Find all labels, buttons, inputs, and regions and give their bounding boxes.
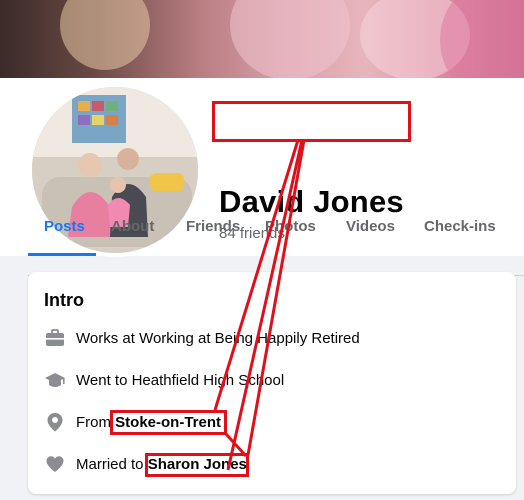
tab-posts[interactable]: Posts — [44, 218, 85, 235]
profile-name: David Jones — [219, 184, 404, 219]
tab-photos[interactable]: Photos — [265, 218, 316, 235]
active-tab-indicator — [28, 253, 96, 256]
heart-icon — [44, 453, 66, 475]
intro-married-prefix: Married to — [76, 455, 148, 473]
tab-check-ins[interactable]: Check-ins — [424, 218, 496, 235]
briefcase-icon — [44, 327, 66, 349]
intro-education-text: Went to Heathfield High School — [76, 371, 285, 389]
intro-title: Intro — [44, 290, 84, 310]
married-highlight-box — [145, 453, 249, 477]
intro-education-row: Went to Heathfield High School — [44, 368, 284, 392]
cover-photo — [0, 0, 524, 78]
intro-card: Intro Works at Working at Being Happily … — [28, 272, 516, 494]
location-pin-icon — [44, 411, 66, 433]
from-highlight-box — [110, 410, 227, 435]
tab-about[interactable]: About — [111, 218, 154, 235]
tab-friends[interactable]: Friends — [186, 218, 240, 235]
intro-work-text: Works at Working at Being Happily Retire… — [76, 329, 360, 347]
graduation-cap-icon — [44, 369, 66, 391]
name-highlight-box — [212, 101, 411, 142]
intro-work-row: Works at Working at Being Happily Retire… — [44, 326, 360, 350]
tab-videos[interactable]: Videos — [346, 218, 395, 235]
